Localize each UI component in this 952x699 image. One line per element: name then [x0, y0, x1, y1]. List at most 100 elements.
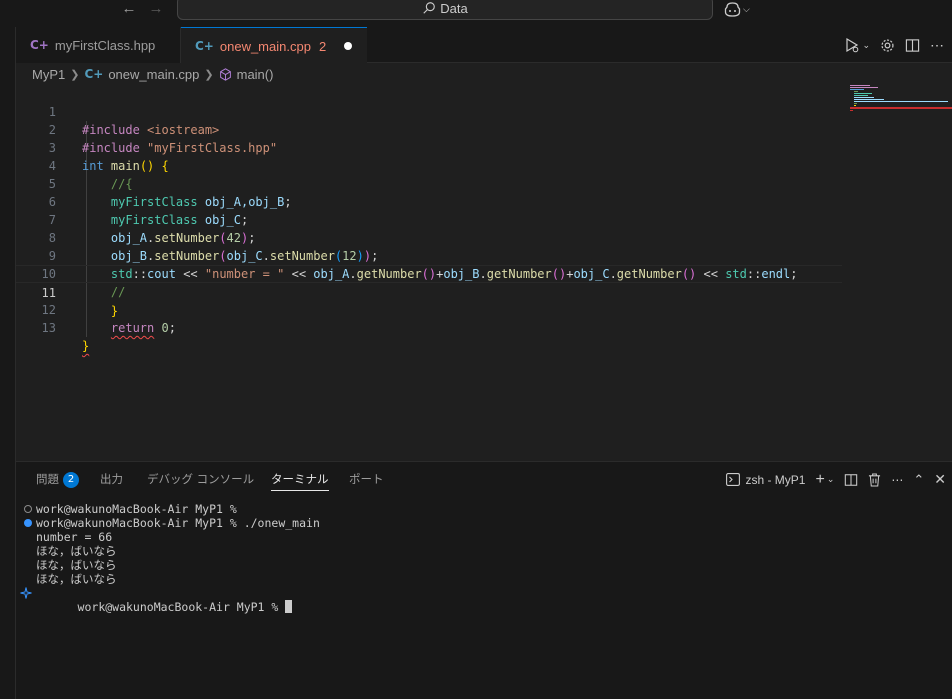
minimap-line — [854, 95, 868, 96]
arrow-right-icon[interactable]: → — [146, 1, 166, 19]
number-literal: 0 — [161, 321, 169, 335]
search-icon — [423, 2, 436, 14]
chevron-up-icon[interactable]: ⌃ — [913, 472, 924, 488]
code-line[interactable]: 7 obj_A.setNumber(42); — [16, 193, 842, 245]
terminal-line: work@wakunoMacBook-Air MyP1 % — [20, 502, 940, 516]
plus-icon: + — [815, 470, 825, 488]
close-icon[interactable]: ✕ — [934, 471, 946, 488]
trash-icon[interactable] — [868, 472, 881, 487]
terminal-text: work@wakunoMacBook-Air MyP1 % — [36, 502, 237, 516]
unsaved-dot-icon[interactable] — [344, 42, 353, 50]
code-line[interactable]: 1 #include <iostream> — [16, 85, 842, 137]
cpp-file-icon: C+ — [84, 67, 104, 81]
ellipsis-icon[interactable]: ⋯ — [891, 473, 903, 487]
tab-problems[interactable]: 問題 2 — [36, 462, 79, 497]
minimap-line — [850, 87, 878, 88]
minimap-line — [854, 93, 872, 94]
command-decoration-icon[interactable] — [24, 505, 32, 513]
terminal-output[interactable]: work@wakunoMacBook-Air MyP1 % work@wakun… — [20, 502, 940, 614]
terminal-line: ほな，ばいなら — [20, 544, 940, 558]
ellipsis-icon: ⋯ — [930, 36, 944, 53]
editor-tab-bar: C+ myFirstClass.hpp C+ onew_main.cpp 2 ⌄… — [16, 27, 952, 64]
minimap-line — [854, 105, 856, 106]
terminal-selector[interactable]: zsh - MyP1 — [726, 473, 805, 487]
minimap-line — [854, 103, 857, 104]
code-line[interactable]: 4 //{ — [16, 139, 842, 191]
sparkle-icon[interactable] — [20, 587, 32, 599]
code-line[interactable]: 8 obj_B.setNumber(obj_C.setNumber(12)); — [16, 211, 842, 263]
command-center-search[interactable]: Data — [177, 0, 713, 20]
run-debug-button[interactable]: ⌄ — [844, 37, 870, 53]
code-line[interactable]: 6 myFirstClass obj_C; — [16, 175, 842, 227]
terminal-prompt-line: work@wakunoMacBook-Air MyP1 % — [20, 586, 940, 614]
chevron-right-icon: ❯ — [70, 68, 80, 81]
minimap-line — [850, 89, 864, 90]
tab-ports[interactable]: ポート — [349, 462, 384, 497]
current-code-line[interactable]: 11 } — [16, 265, 842, 318]
code-line[interactable]: 2 #include "myFirstClass.hpp" — [16, 103, 842, 155]
tab-onew-main-cpp[interactable]: C+ onew_main.cpp 2 — [181, 27, 367, 64]
panel-tab-bar: 問題 2 出力 デバッグ コンソール ターミナル ポート zsh - MyP1 +… — [16, 462, 952, 497]
line-number: 13 — [41, 321, 56, 335]
command-center-label: Data — [440, 0, 468, 16]
split-editor-button[interactable] — [905, 38, 920, 53]
minimap-line — [854, 101, 948, 102]
arrow-left-icon[interactable]: ← — [119, 1, 139, 19]
minimap[interactable] — [850, 85, 952, 115]
code-line[interactable]: 3 int main() { — [16, 121, 842, 173]
tab-label: onew_main.cpp — [219, 38, 311, 54]
copilot-button[interactable]: ⌵ — [724, 0, 758, 18]
terminal-text: work@wakunoMacBook-Air MyP1 % ./onew_mai… — [36, 516, 320, 530]
terminal-line: ほな，ばいなら — [20, 572, 940, 586]
tab-output[interactable]: 出力 — [100, 462, 123, 497]
title-bar: ← → Data ⌵ — [0, 0, 952, 27]
breadcrumb-symbol[interactable]: main() — [237, 67, 274, 82]
terminal-text: ほな，ばいなら — [36, 572, 117, 586]
return-keyword: return — [110, 321, 155, 335]
tab-debug-console[interactable]: デバッグ コンソール — [147, 462, 254, 497]
settings-button[interactable] — [880, 38, 895, 53]
copilot-icon — [724, 1, 741, 17]
terminal-text: number = 66 — [36, 530, 113, 544]
terminal-text: ほな，ばいなら — [36, 558, 117, 572]
bottom-panel: 問題 2 出力 デバッグ コンソール ターミナル ポート zsh - MyP1 +… — [16, 461, 952, 699]
code-line[interactable]: 9 std::cout << "number = " << obj_A.getN… — [16, 229, 842, 281]
chevron-down-icon: ⌄ — [862, 39, 870, 50]
minimap-line — [854, 97, 874, 98]
code-line[interactable]: 13 } — [16, 301, 842, 353]
command-decoration-icon[interactable] — [24, 519, 32, 527]
tab-myfirstclass-hpp[interactable]: C+ myFirstClass.hpp — [16, 27, 181, 63]
terminal-line: number = 66 — [20, 530, 940, 544]
tab-terminal[interactable]: ターミナル — [271, 462, 329, 497]
tab-problem-count: 2 — [318, 38, 327, 54]
chevron-right-icon: ❯ — [204, 68, 214, 81]
minimap-line — [854, 91, 858, 92]
code-line[interactable]: 5 myFirstClass obj_A,obj_B; — [16, 157, 842, 209]
minimap-error-line — [850, 107, 952, 109]
gear-icon — [881, 38, 894, 52]
code-line[interactable]: 12 return 0; — [16, 283, 842, 335]
minimap-line — [854, 99, 884, 100]
code-editor[interactable]: 1 #include <iostream> 2 #include "myFirs… — [16, 85, 952, 461]
cpp-file-icon: C+ — [30, 38, 49, 52]
minimap-error-line — [850, 110, 853, 111]
terminal-cursor — [285, 600, 293, 613]
split-editor-icon — [905, 38, 920, 52]
new-terminal-button[interactable]: + ⌄ — [815, 471, 834, 489]
more-actions-button[interactable]: ⋯ — [930, 37, 944, 54]
tab-problems-label: 問題 — [36, 472, 59, 486]
run-icon — [846, 37, 859, 53]
breadcrumb-file[interactable]: onew_main.cpp — [108, 67, 199, 82]
editor-actions: ⌄ ⋯ — [844, 27, 952, 63]
terminal-text: work@wakunoMacBook-Air MyP1 % — [77, 600, 286, 614]
code-line[interactable]: 10 // — [16, 247, 842, 299]
split-terminal-icon[interactable] — [844, 473, 858, 487]
cube-icon — [219, 67, 231, 81]
panel-actions: zsh - MyP1 + ⌄ ⋯ ⌃ ✕ — [726, 462, 946, 497]
activity-bar — [0, 27, 16, 699]
chevron-down-icon: ⌵ — [743, 3, 750, 14]
terminal-line: work@wakunoMacBook-Air MyP1 % ./onew_mai… — [20, 516, 940, 530]
terminal-name: zsh - MyP1 — [745, 472, 806, 487]
tab-label: myFirstClass.hpp — [54, 37, 156, 53]
breadcrumb-folder[interactable]: MyP1 — [32, 67, 65, 82]
